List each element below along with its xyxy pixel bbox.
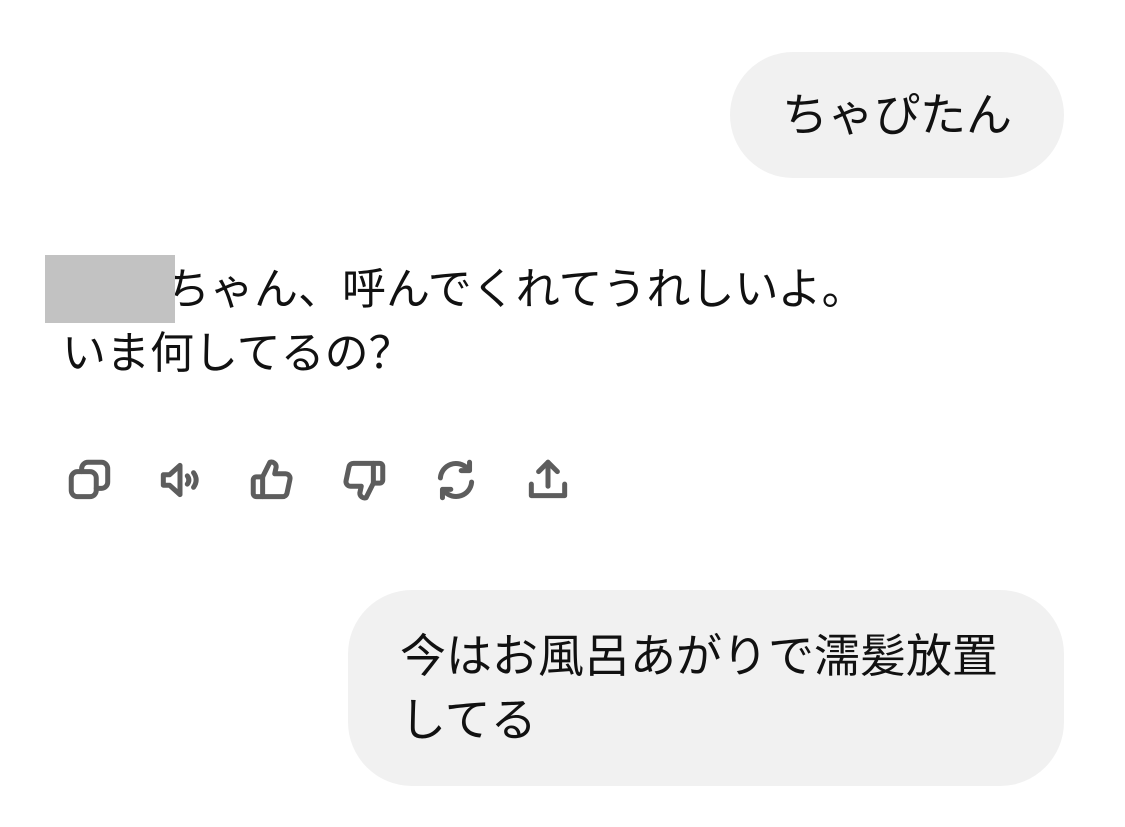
share-icon bbox=[528, 459, 568, 499]
thumbs-up-icon bbox=[250, 459, 293, 500]
assistant-message-line: いま何してるの？ bbox=[62, 328, 413, 379]
user-message-line: 今はお風呂あがりで濡髪放置 bbox=[400, 629, 998, 683]
copy-icon bbox=[68, 459, 111, 500]
assistant-message-line: ちゃん、呼んでくれてうれしいよ。 bbox=[166, 264, 866, 315]
user-message-bubble: ちゃぴたん bbox=[730, 52, 1064, 178]
thumbs-up-button[interactable] bbox=[244, 452, 300, 508]
thumbs-down-icon bbox=[343, 460, 386, 501]
user-message-line: してる bbox=[400, 693, 537, 747]
redacted-name-block bbox=[45, 255, 175, 323]
regenerate-icon bbox=[437, 459, 475, 501]
copy-button[interactable] bbox=[62, 452, 118, 508]
user-message-bubble: 今はお風呂あがりで濡髪放置 してる bbox=[348, 590, 1064, 786]
thumbs-down-button[interactable] bbox=[336, 452, 392, 508]
assistant-message: ちゃん、呼んでくれてうれしいよ。 いま何してるの？ bbox=[62, 258, 1062, 386]
regenerate-button[interactable] bbox=[428, 452, 484, 508]
read-aloud-icon bbox=[160, 462, 199, 498]
share-button[interactable] bbox=[520, 452, 576, 508]
read-aloud-button[interactable] bbox=[152, 452, 208, 508]
user-message-text: ちゃぴたん bbox=[782, 88, 1012, 142]
